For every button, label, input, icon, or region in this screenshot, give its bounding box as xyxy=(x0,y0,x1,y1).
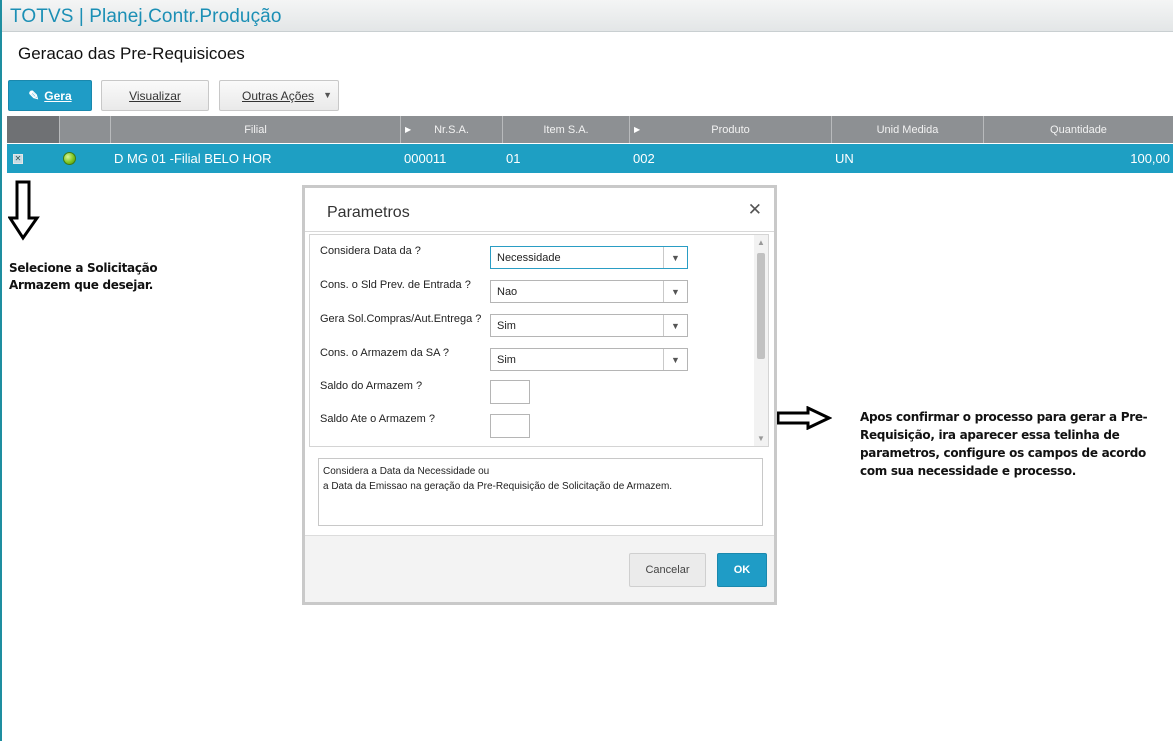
cell-filial: D MG 01 -Filial BELO HOR xyxy=(114,151,272,166)
param-label-saldo-armazem: Saldo do Armazem ? xyxy=(320,380,423,392)
header-select-column[interactable] xyxy=(7,116,59,143)
annotation-left: Selecione a Solicitação Armazem que dese… xyxy=(9,261,158,292)
header-quantidade-label: Quantidade xyxy=(1050,123,1107,136)
gera-sol-select[interactable]: Sim ▼ xyxy=(490,314,688,337)
header-status-column[interactable] xyxy=(59,116,110,143)
sld-prev-value: Nao xyxy=(497,285,518,298)
title-bar: TOTVS | Planej.Contr.Produção xyxy=(2,0,1173,32)
header-nr-sa-label: Nr.S.A. xyxy=(434,123,469,136)
header-filial[interactable]: Filial xyxy=(110,116,400,143)
status-green-icon xyxy=(63,152,76,165)
pencil-icon: ✎ xyxy=(28,87,40,103)
help-text-box: Considera a Data da Necessidade ou a Dat… xyxy=(318,458,763,526)
header-unid-medida[interactable]: Unid Medida xyxy=(831,116,983,143)
params-panel: Considera Data da ? Necessidade ▼ Cons. … xyxy=(309,234,769,447)
gera-button[interactable]: ✎ Gera xyxy=(8,80,92,111)
cancel-button[interactable]: Cancelar xyxy=(629,553,706,587)
header-quantidade[interactable]: Quantidade xyxy=(983,116,1173,143)
header-item-sa[interactable]: Item S.A. xyxy=(502,116,629,143)
saldo-ate-input[interactable] xyxy=(490,414,530,438)
help-line-1: Considera a Data da Necessidade ou xyxy=(323,466,490,477)
considera-data-value: Necessidade xyxy=(497,251,561,264)
close-icon[interactable]: ✕ xyxy=(748,200,762,220)
chevron-down-icon: ▼ xyxy=(663,281,687,302)
param-label-gera-sol: Gera Sol.Compras/Aut.Entrega ? xyxy=(320,313,482,325)
param-label-cons-armazem: Cons. o Armazem da SA ? xyxy=(320,347,450,359)
outras-acoes-button[interactable]: Outras Ações ▼ xyxy=(219,80,339,111)
saldo-armazem-input[interactable] xyxy=(490,380,530,404)
app-window: TOTVS | Planej.Contr.Produção Geracao da… xyxy=(0,0,1173,741)
sort-arrow-icon: ▶ xyxy=(634,125,641,134)
table-row[interactable]: ✕ D MG 01 -Filial BELO HOR 000011 01 002… xyxy=(7,144,1173,173)
app-title: TOTVS | Planej.Contr.Produção xyxy=(10,6,282,27)
gera-sol-value: Sim xyxy=(497,319,516,332)
dialog-title: Parametros xyxy=(327,204,410,221)
param-label-sld-prev: Cons. o Sld Prev. de Entrada ? xyxy=(320,279,471,291)
header-unid-medida-label: Unid Medida xyxy=(876,123,939,136)
left-edge-bar xyxy=(0,0,2,741)
sld-prev-select[interactable]: Nao ▼ xyxy=(490,280,688,303)
gera-button-label: Gera xyxy=(44,88,72,103)
cell-nr-sa: 000011 xyxy=(404,151,447,166)
arrow-right-icon xyxy=(776,406,832,430)
arrow-down-icon xyxy=(8,180,40,241)
dialog-divider xyxy=(305,231,774,232)
annotation-right: Apos confirmar o processo para gerar a P… xyxy=(860,410,1148,478)
considera-data-select[interactable]: Necessidade ▼ xyxy=(490,246,688,269)
dialog-body: Parametros ✕ Considera Data da ? Necessi… xyxy=(305,188,774,602)
scroll-down-icon[interactable]: ▼ xyxy=(757,434,765,443)
cons-armazem-value: Sim xyxy=(497,353,516,366)
cell-unid-medida: UN xyxy=(835,151,854,166)
grid-header: Filial ▶ Nr.S.A. Item S.A. ▶ Produto Uni… xyxy=(7,116,1173,143)
header-produto[interactable]: ▶ Produto xyxy=(629,116,831,143)
chevron-down-icon: ▼ xyxy=(663,315,687,336)
outras-acoes-button-label: Outras Ações xyxy=(242,88,315,103)
cell-produto: 002 xyxy=(633,151,655,166)
scroll-up-icon[interactable]: ▲ xyxy=(757,238,765,247)
page-title: Geracao das Pre-Requisicoes xyxy=(18,44,245,63)
scrollbar-thumb[interactable] xyxy=(757,253,765,359)
chevron-down-icon: ▼ xyxy=(323,90,332,100)
cell-quantidade: 100,00 xyxy=(1130,151,1170,166)
param-label-saldo-ate: Saldo Ate o Armazem ? xyxy=(320,413,435,425)
header-produto-label: Produto xyxy=(711,123,750,136)
sort-arrow-icon: ▶ xyxy=(405,125,412,134)
header-filial-label: Filial xyxy=(244,123,267,136)
cons-armazem-select[interactable]: Sim ▼ xyxy=(490,348,688,371)
header-item-sa-label: Item S.A. xyxy=(543,123,589,136)
visualizar-button-label: Visualizar xyxy=(129,88,181,103)
help-line-2: a Data da Emissao na geração da Pre-Requ… xyxy=(323,481,673,492)
params-scrollbar[interactable]: ▲ ▼ xyxy=(754,235,768,446)
visualizar-button[interactable]: Visualizar xyxy=(101,80,209,111)
header-nr-sa[interactable]: ▶ Nr.S.A. xyxy=(400,116,502,143)
cell-item-sa: 01 xyxy=(506,151,521,166)
dialog-footer: Cancelar OK xyxy=(305,535,774,602)
param-label-considera-data: Considera Data da ? xyxy=(320,245,421,257)
chevron-down-icon: ▼ xyxy=(663,247,687,268)
parametros-dialog: Parametros ✕ Considera Data da ? Necessi… xyxy=(302,185,777,605)
row-checkbox[interactable]: ✕ xyxy=(13,154,23,164)
ok-button[interactable]: OK xyxy=(717,553,767,587)
chevron-down-icon: ▼ xyxy=(663,349,687,370)
